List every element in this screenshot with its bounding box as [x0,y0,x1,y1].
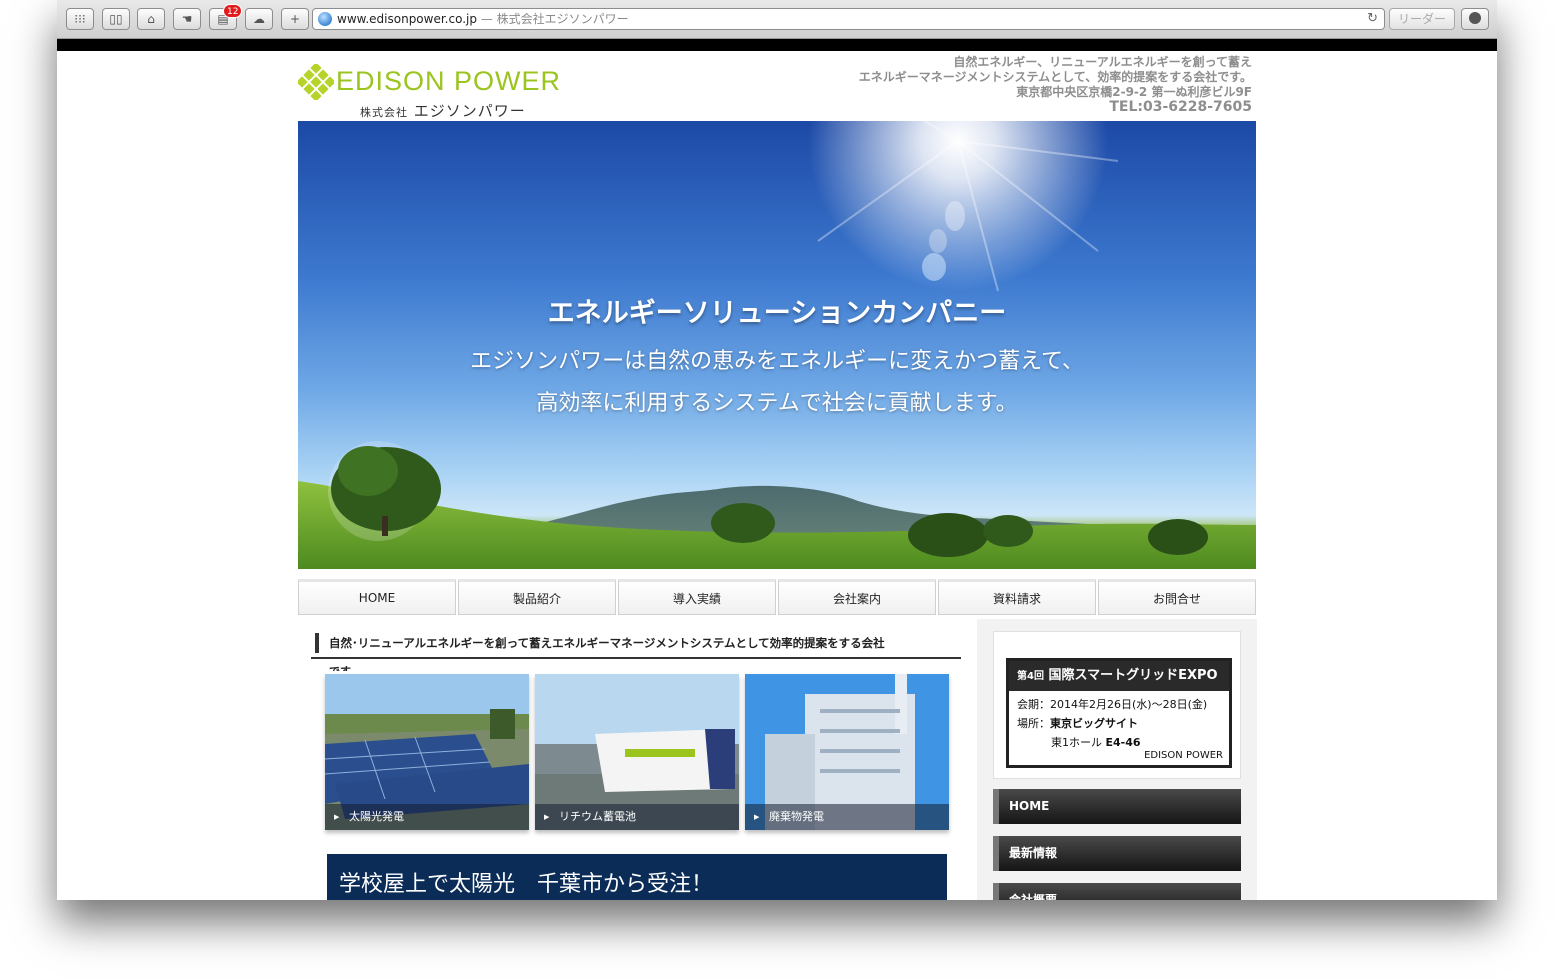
side-menu-news[interactable]: 最新情報 [993,836,1241,871]
expo-banner-box: 第4回 国際スマートグリッドEXPO 会期：2014年2月26日(水)〜28日(… [993,631,1241,779]
expo-number-prefix: 第 [1017,671,1027,682]
header-tagline: 自然エネルギー、リニューアルエネルギーを創って蓄え エネルギーマネージメントシス… [859,55,1252,115]
thumb-solar[interactable]: 太陽光発電 [325,674,529,830]
company-address: 東京都中央区京橋2-9-2 第一ぬ利彦ビル9F [1016,85,1252,99]
nav-home[interactable]: HOME [298,579,456,615]
expo-booth: E4-46 [1105,736,1141,749]
news-headline-banner[interactable]: 学校屋上で太陽光 千葉市から受注！ [327,854,947,900]
cloud-icon[interactable]: ☁ [245,8,273,30]
downloads-icon[interactable] [1461,8,1489,30]
logo-sub-name: エジソンパワー [413,102,526,120]
expo-brand: EDISON POWER [1144,750,1223,761]
expo-place: 東京ビッグサイト [1050,717,1138,730]
main-content: 自然･リニューアルエネルギーを創って蓄えエネルギーマネージメントシステムとして効… [311,629,963,900]
add-bookmark-icon[interactable]: + [281,8,309,30]
browser-toolbar: ⁝⁝⁝ ▯▯ ⌂ ☚ ▤ 12 ☁ + www.edisonpower.co.j… [57,0,1497,39]
expo-number-suffix: 回 [1033,671,1044,682]
tab-strip-bar [57,39,1497,51]
top-sites-icon[interactable]: ⁝⁝⁝ [66,8,94,30]
expo-banner[interactable]: 第4回 国際スマートグリッドEXPO 会期：2014年2月26日(水)〜28日(… [1006,658,1232,768]
expo-number: 4 [1027,671,1034,682]
bookmarks-book-icon[interactable]: ▯▯ [102,8,130,30]
thumb-battery[interactable]: リチウム蓄電池 [535,674,739,830]
reload-icon[interactable]: ↻ [1367,9,1378,29]
expo-details: 会期：2014年2月26日(水)〜28日(金) 場所：東京ビッグサイト 東1ホー… [1009,691,1229,756]
expo-hall: 東1ホール [1051,736,1102,749]
expo-title-text: 国際スマートグリッドEXPO [1048,668,1218,683]
tagline-line-1: 自然エネルギー、リニューアルエネルギーを創って蓄え [953,55,1252,69]
address-bar[interactable]: www.edisonpower.co.jp — 株式会社エジソンパワー ↻ [312,8,1385,30]
section-heading-continuation: です。 [329,663,361,671]
home-icon[interactable]: ⌂ [137,8,165,30]
logo-wordmark: EDISON POWER [336,66,562,96]
thumb-label-solar: 太陽光発電 [325,804,529,830]
nav-documents[interactable]: 資料請求 [938,579,1096,615]
product-thumbnails: 太陽光発電 リチウム蓄電池 [325,674,955,834]
expo-title: 第4回 国際スマートグリッドEXPO [1009,661,1229,691]
url-text: www.edisonpower.co.jp [337,12,477,26]
notification-badge: 12 [223,4,243,18]
hero-title: エネルギーソリューションカンパニー [547,298,1007,329]
nav-company[interactable]: 会社案内 [778,579,936,615]
expo-place-row: 場所：東京ビッグサイト [1017,714,1221,733]
site-logo[interactable]: EDISON POWER 株式会社 エジソンパワー [298,62,578,122]
section-heading: 自然･リニューアルエネルギーを創って蓄えエネルギーマネージメントシステムとして効… [311,629,961,659]
global-nav: HOME 製品紹介 導入実績 会社案内 資料請求 お問合せ [298,579,1256,615]
nav-products[interactable]: 製品紹介 [458,579,616,615]
company-tel: TEL:03-6228-7605 [1109,99,1252,115]
sidebar: 第4回 国際スマートグリッドEXPO 会期：2014年2月26日(水)〜28日(… [977,619,1257,900]
tagline-line-2: エネルギーマネージメントシステムとして、効率的提案をする会社です。 [858,70,1252,84]
logo-company-name: 株式会社 エジソンパワー [360,100,526,121]
nav-contact[interactable]: お問合せ [1098,579,1256,615]
thumb-label-battery: リチウム蓄電池 [535,804,739,830]
page-title: — 株式会社エジソンパワー [480,12,629,26]
logo-sub-prefix: 株式会社 [360,106,408,119]
hero-line-2: 高効率に利用するシステムで社会に貢献します。 [536,391,1018,416]
expo-date: 会期：2014年2月26日(水)〜28日(金) [1017,698,1208,711]
thumb-waste[interactable]: 廃棄物発電 [745,674,949,830]
browser-window: ⁝⁝⁝ ▯▯ ⌂ ☚ ▤ 12 ☁ + www.edisonpower.co.j… [57,0,1497,900]
logo-diamond-icon [298,64,334,100]
hand-icon[interactable]: ☚ [173,8,201,30]
reader-button[interactable]: リーダー [1389,8,1455,30]
globe-icon [318,12,332,26]
hero-banner: エネルギーソリューションカンパニー エジソンパワーは自然の恵みをエネルギーに変え… [298,121,1256,569]
nav-cases[interactable]: 導入実績 [618,579,776,615]
thumb-label-waste: 廃棄物発電 [745,804,949,830]
side-menu-home[interactable]: HOME [993,789,1241,824]
expo-place-label: 場所： [1017,717,1050,730]
side-menu-company[interactable]: 会社概要 [993,883,1241,900]
web-page: EDISON POWER 株式会社 エジソンパワー 自然エネルギー、リニューアル… [57,51,1497,900]
hero-line-1: エジソンパワーは自然の恵みをエネルギーに変えかつ蓄えて、 [470,349,1084,374]
